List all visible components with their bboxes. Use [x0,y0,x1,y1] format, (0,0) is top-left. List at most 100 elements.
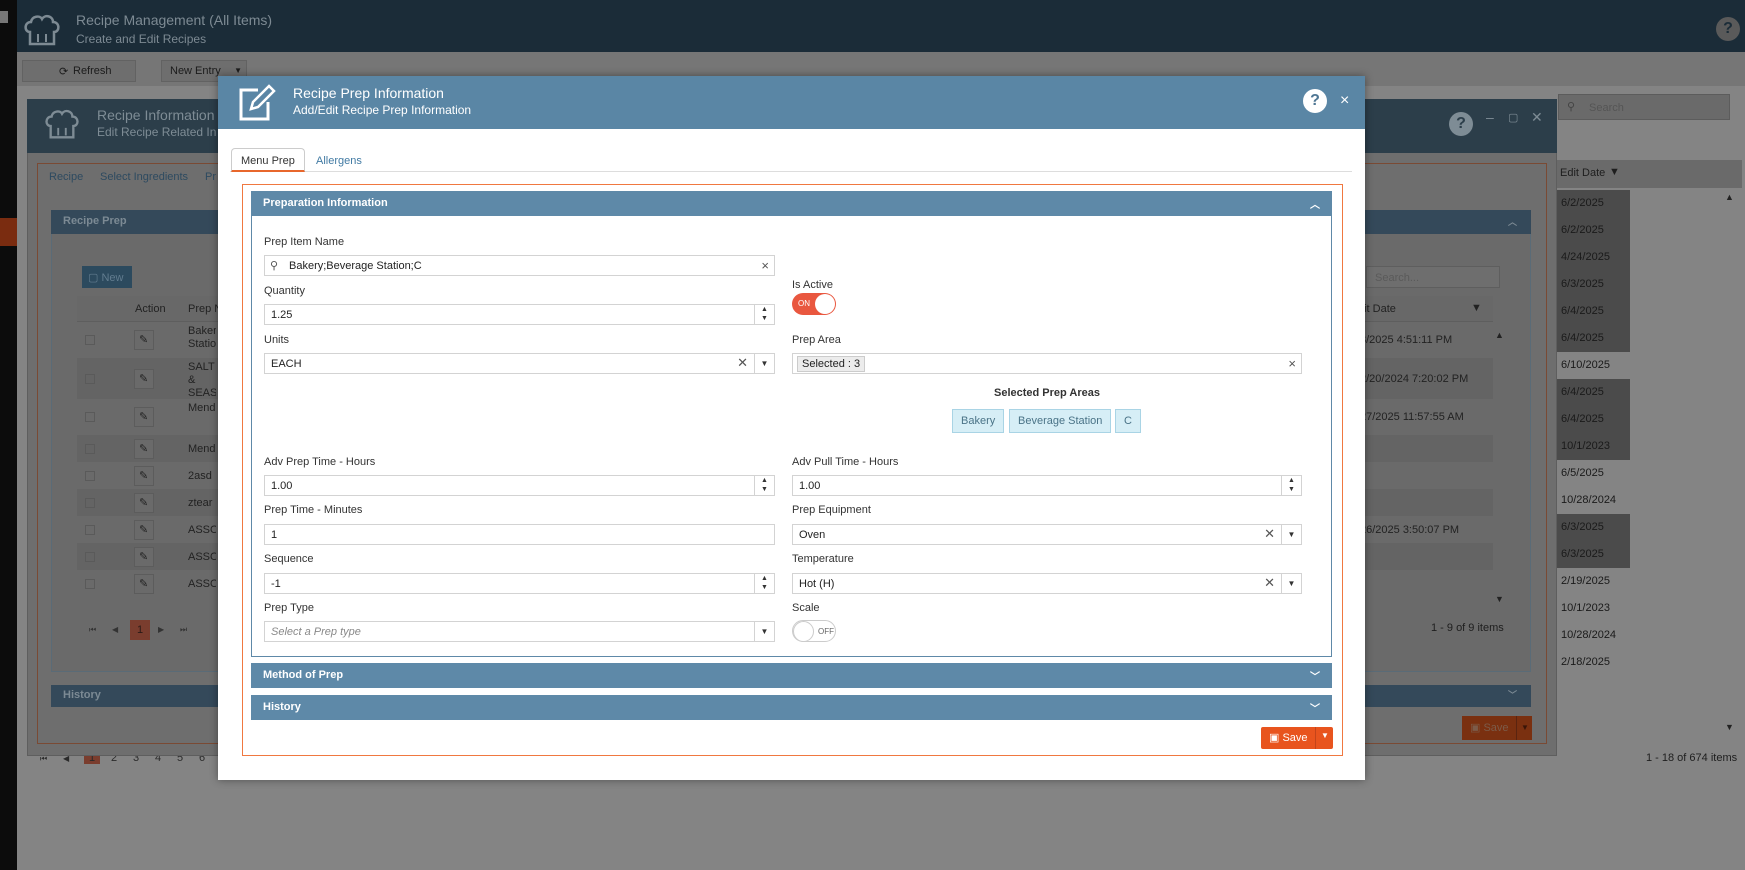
edit-date-cell: 6/2/2025 [1557,217,1630,244]
clear-icon[interactable]: × [761,258,769,273]
recipe-prep-panel-title: Recipe Prep [63,215,127,227]
save-button[interactable]: ▣ Save ▼ [1261,727,1333,749]
tab-menu-prep[interactable]: Menu Prep [231,148,305,172]
modal-help-icon[interactable]: ? [1303,89,1327,113]
clear-icon[interactable]: × [1288,356,1296,371]
temperature-label: Temperature [792,553,854,565]
clear-icon[interactable]: ✕ [737,355,748,371]
sequence-stepper[interactable]: ▲ ▼ [754,574,774,593]
last-page-icon[interactable]: ⏭ [180,625,187,635]
prep-item-name-input[interactable]: ⚲ Bakery;Beverage Station;C × [264,255,775,276]
tab-allergens[interactable]: Allergens [307,148,371,172]
edit-date-column-header[interactable]: Edit Date ▼ [1557,160,1742,188]
edit-date-cell: 6/3/2025 [1557,514,1630,541]
sequence-input[interactable]: -1 ▲ ▼ [264,573,775,594]
scroll-down-icon[interactable]: ▼ [1495,594,1504,604]
is-active-toggle[interactable]: ON [792,293,836,315]
filter-icon[interactable]: ▼ [1609,166,1620,178]
app-header: Recipe Management (All Items) Create and… [17,0,1745,52]
chevron-down-icon[interactable]: ▼ [754,622,774,641]
app-help-icon[interactable]: ? [1716,17,1740,41]
pencil-icon: ✎ [139,550,149,563]
scroll-up-icon[interactable]: ▲ [1725,192,1734,202]
preparation-information-header[interactable]: Preparation Information ︿ [251,191,1332,216]
quantity-input[interactable]: 1.25 ▲ ▼ [264,304,775,325]
tab-select-ingredients[interactable]: Select Ingredients [100,171,188,183]
chevron-down-icon[interactable]: ▼ [1281,525,1301,544]
edit-row-button[interactable]: ✎ [134,368,154,389]
prep-search-input[interactable]: Search... [1366,266,1500,288]
chevron-down-icon[interactable]: ▼ [1321,731,1329,740]
prep-type-select[interactable]: Select a Prep type ▼ [264,621,775,642]
edit-row-button[interactable]: ✎ [134,519,154,540]
clear-icon[interactable]: ✕ [1264,575,1275,591]
row-checkbox[interactable] [85,373,95,384]
row-checkbox[interactable] [85,551,95,562]
prev-page-icon[interactable]: ◀ [112,625,118,634]
next-page-icon[interactable]: ▶ [158,625,164,634]
global-search-input[interactable]: ⚲ Search [1558,94,1730,120]
quantity-stepper[interactable]: ▲ ▼ [754,305,774,324]
chevron-up-icon[interactable]: ︿ [1508,215,1517,228]
recipe-window-help-icon[interactable]: ? [1449,112,1473,136]
edit-row-button[interactable]: ✎ [134,330,154,350]
row-checkbox[interactable] [85,443,95,454]
prep-type-placeholder: Select a Prep type [271,626,361,638]
chevron-up-icon[interactable]: ︿ [1310,196,1320,211]
maximize-icon[interactable]: ▢ [1508,111,1518,124]
units-select[interactable]: EACH ✕ ▼ [264,353,775,374]
prep-area-chip-beverage-station[interactable]: Beverage Station [1009,409,1112,433]
edit-row-button[interactable]: ✎ [134,573,154,594]
row-checkbox[interactable] [85,470,95,481]
prep-time-input[interactable]: 1 [264,524,775,545]
modal-close-icon[interactable]: × [1340,92,1349,110]
method-of-prep-header[interactable]: Method of Prep ﹀ [251,663,1332,688]
first-page-icon[interactable]: ⏮ [89,625,96,635]
chevron-down-icon[interactable]: ﹀ [1310,668,1320,683]
edit-date-cell: 6/10/2025 [1561,359,1610,371]
tab-prep[interactable]: Pr [205,171,216,183]
tab-recipe[interactable]: Recipe [49,171,83,183]
prep-area-chip-c[interactable]: C [1115,409,1141,433]
temperature-select[interactable]: Hot (H) ✕ ▼ [792,573,1302,594]
edit-row-button[interactable]: ✎ [134,438,154,459]
adv-pull-time-input[interactable]: 1.00 ▲ ▼ [792,475,1302,496]
edit-row-button[interactable]: ✎ [134,407,154,427]
filter-icon[interactable]: ▼ [1471,302,1482,314]
row-checkbox[interactable] [85,524,95,535]
recipe-save-dropdown[interactable]: ▼ [1516,716,1532,740]
scroll-up-icon[interactable]: ▲ [1495,330,1504,340]
units-value: EACH [271,358,302,370]
refresh-button[interactable]: ⟳ Refresh [22,60,136,82]
method-of-prep-title: Method of Prep [263,669,344,681]
edit-date-cell: 6/4/2025 [1557,379,1630,406]
row-checkbox[interactable] [85,412,95,422]
adv-prep-time-input[interactable]: 1.00 ▲ ▼ [264,475,775,496]
clear-icon[interactable]: ✕ [1264,526,1275,542]
prep-pager-current[interactable]: 1 [130,620,150,640]
scale-toggle[interactable]: OFF [792,620,836,642]
scroll-down-icon[interactable]: ▼ [1725,722,1734,732]
row-checkbox[interactable] [85,335,95,345]
chevron-down-icon[interactable]: ▼ [754,354,774,373]
prep-type-label: Prep Type [264,602,314,614]
adv-prep-time-stepper[interactable]: ▲ ▼ [754,476,774,495]
prep-area-chip-bakery[interactable]: Bakery [952,409,1005,433]
adv-pull-time-stepper[interactable]: ▲ ▼ [1281,476,1301,495]
row-checkbox[interactable] [85,578,95,589]
chevron-down-icon[interactable]: ﹀ [1310,700,1320,715]
minimize-icon[interactable]: – [1486,109,1494,125]
left-rail [0,0,17,870]
new-prep-button[interactable]: ▢ New [82,266,132,288]
history-header[interactable]: History ﹀ [251,695,1332,720]
chevron-down-icon[interactable]: ▼ [1281,574,1301,593]
edit-row-button[interactable]: ✎ [134,465,154,486]
app-title: Recipe Management (All Items) [76,12,273,28]
row-checkbox[interactable] [85,497,95,508]
edit-row-button[interactable]: ✎ [134,492,154,513]
prep-area-multiselect[interactable]: Selected : 3 × [792,353,1302,374]
edit-row-button[interactable]: ✎ [134,546,154,567]
close-icon[interactable]: ✕ [1531,109,1543,126]
chevron-down-icon[interactable]: ﹀ [1508,688,1517,701]
prep-equipment-select[interactable]: Oven ✕ ▼ [792,524,1302,545]
